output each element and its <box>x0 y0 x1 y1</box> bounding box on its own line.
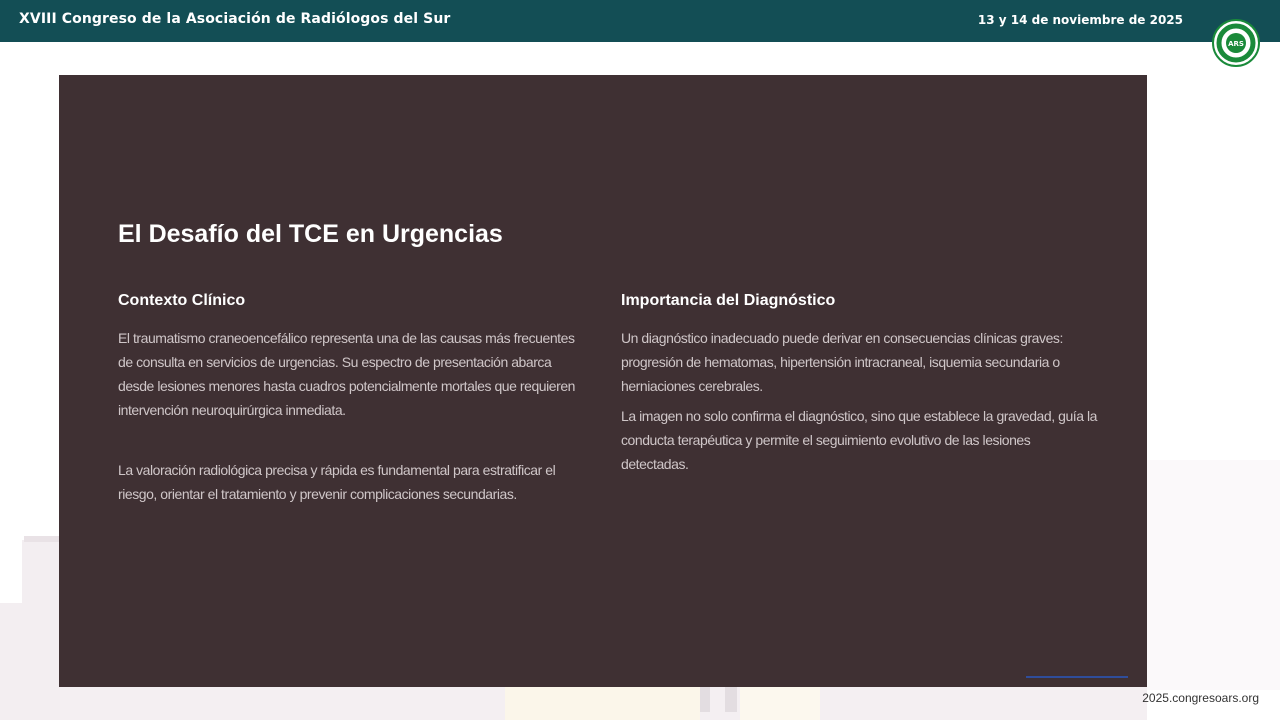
conference-date: 13 y 14 de noviembre de 2025 <box>977 13 1183 27</box>
slide-accent-line <box>1026 676 1128 678</box>
diagnosis-paragraph-2: La imagen no solo confirma el diagnóstic… <box>621 408 1097 472</box>
ars-logo: ARS <box>1212 19 1260 67</box>
presentation-slide: El Desafío del TCE en Urgencias Contexto… <box>59 75 1147 687</box>
logo-text: ARS <box>1228 40 1244 48</box>
context-column: Contexto Clínico El traumatismo craneoen… <box>118 292 588 506</box>
footer-url[interactable]: 2025.congresoars.org <box>1142 691 1259 705</box>
context-paragraph-2: La valoración radiológica precisa y rápi… <box>118 462 556 502</box>
context-heading: Contexto Clínico <box>118 292 246 309</box>
conference-title: XVIII Congreso de la Asociación de Radió… <box>19 11 451 27</box>
diagnosis-paragraph-1: Un diagnóstico inadecuado puede derivar … <box>621 330 1063 394</box>
diagnosis-column: Importancia del Diagnóstico Un diagnósti… <box>621 292 1101 476</box>
diagnosis-heading: Importancia del Diagnóstico <box>621 292 836 309</box>
header-bar: XVIII Congreso de la Asociación de Radió… <box>0 0 1280 42</box>
context-paragraph-1: El traumatismo craneoencefálico represen… <box>118 330 575 418</box>
slide-title: El Desafío del TCE en Urgencias <box>118 220 503 248</box>
